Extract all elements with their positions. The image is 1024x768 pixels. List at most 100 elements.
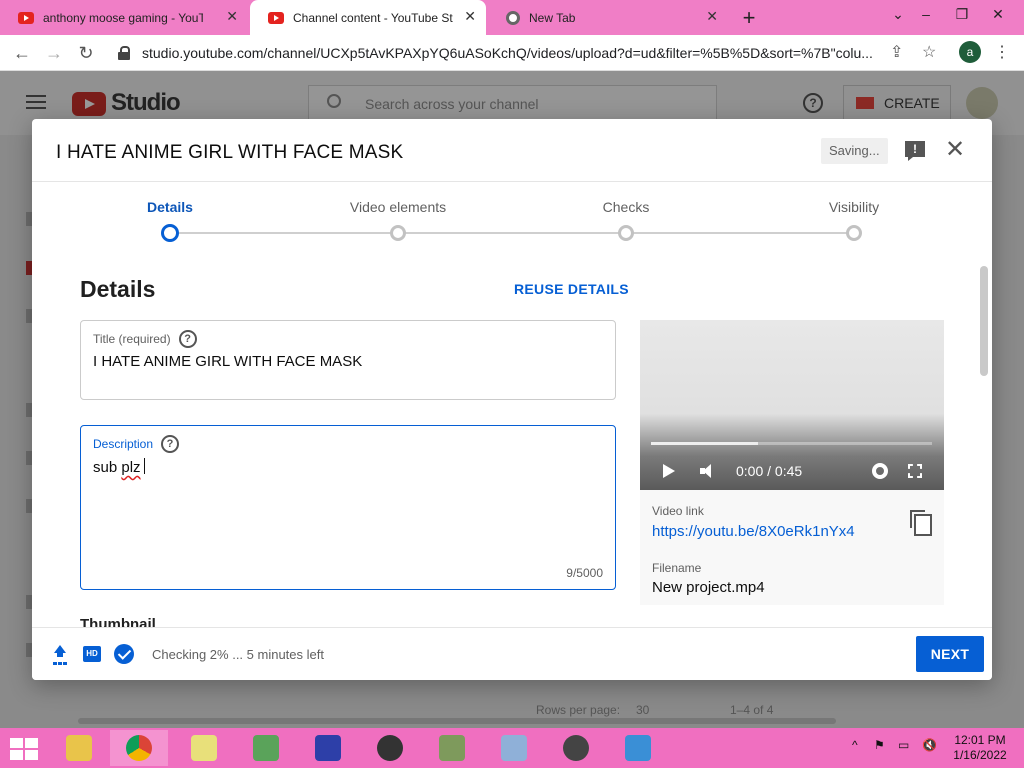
saving-badge: Saving... <box>821 138 888 164</box>
volume-muted-icon[interactable]: 🔇 <box>922 738 937 752</box>
title-field[interactable]: Title (required) ? I HATE ANIME GIRL WIT… <box>80 320 616 400</box>
tab-anthony-moose-gaming[interactable]: anthony moose gaming - YouTub ✕ <box>0 0 248 35</box>
taskbar-video-app[interactable] <box>609 730 667 766</box>
step-dot-video-elements[interactable] <box>390 225 406 241</box>
copy-icon[interactable] <box>910 510 932 536</box>
folder-icon <box>66 735 92 761</box>
video-app-icon <box>625 735 651 761</box>
close-dialog-button[interactable]: ✕ <box>945 138 965 162</box>
search-input[interactable]: Search across your channel <box>308 85 717 121</box>
section-title: Details <box>80 276 156 302</box>
search-placeholder: Search across your channel <box>365 96 539 112</box>
reload-icon[interactable]: ↻ <box>76 43 96 64</box>
back-arrow-icon[interactable]: ← <box>12 43 32 64</box>
volume-icon[interactable] <box>700 464 718 478</box>
taskbar-chrome[interactable] <box>110 730 168 766</box>
help-icon[interactable]: ? <box>803 93 823 113</box>
star-icon[interactable]: ☆ <box>922 42 936 62</box>
description-value: sub plz <box>93 458 145 476</box>
tab-channel-content[interactable]: Channel content - YouTube Studi ✕ <box>250 0 486 35</box>
upload-status-text: Checking 2% ... 5 minutes left <box>152 647 324 662</box>
taskbar-app-2000[interactable] <box>299 730 357 766</box>
taskbar-file-explorer[interactable] <box>50 730 108 766</box>
title-label-text: Title (required) <box>93 332 171 346</box>
notes-icon <box>191 735 217 761</box>
new-tab-button[interactable]: + <box>737 5 761 31</box>
hd-icon[interactable]: HD <box>83 646 101 662</box>
step-checks[interactable]: Checks <box>546 199 706 215</box>
taskbar-sticky-notes[interactable] <box>175 730 233 766</box>
browser-menu-icon[interactable]: ⋮ <box>994 42 1010 62</box>
video-progress-bar[interactable] <box>651 442 932 445</box>
forward-arrow-icon[interactable]: → <box>44 43 64 64</box>
tray-chevron-icon[interactable]: ^ <box>852 738 858 752</box>
windows-taskbar: ^ ⚑ ▭ 🔇 12:01 PM 1/16/2022 <box>0 728 1024 768</box>
reuse-details-button[interactable]: REUSE DETAILS <box>514 281 629 297</box>
description-char-counter: 9/5000 <box>566 566 603 580</box>
dialog-footer: HD Checking 2% ... 5 minutes left NEXT <box>32 627 992 680</box>
url-field[interactable]: studio.youtube.com/channel/UCXp5tAvKPAXp… <box>106 39 946 67</box>
next-button[interactable]: NEXT <box>916 636 984 672</box>
close-tab-icon[interactable]: ✕ <box>706 8 718 25</box>
close-tab-icon[interactable]: ✕ <box>226 8 238 25</box>
tab-new-tab[interactable]: New Tab ✕ <box>488 0 728 35</box>
camera-app-icon <box>563 735 589 761</box>
upload-icon[interactable] <box>52 645 68 663</box>
restore-button[interactable]: ❐ <box>952 6 972 23</box>
taskbar-clock[interactable]: 12:01 PM 1/16/2022 <box>950 733 1010 763</box>
dialog-scrollbar[interactable] <box>980 266 988 376</box>
profile-avatar[interactable]: a <box>959 41 981 63</box>
feedback-icon[interactable] <box>905 141 925 161</box>
step-dot-visibility[interactable] <box>846 225 862 241</box>
video-preview-card: 0:00 / 0:45 Video link https://youtu.be/… <box>640 320 944 605</box>
obs-icon <box>377 735 403 761</box>
taskbar-app-editor[interactable] <box>237 730 295 766</box>
video-link[interactable]: https://youtu.be/8X0eRk1nYx4 <box>652 523 855 540</box>
network-icon[interactable]: ⚑ <box>874 738 885 752</box>
windows-start-icon[interactable] <box>10 738 38 760</box>
close-tab-icon[interactable]: ✕ <box>464 8 476 25</box>
channel-avatar[interactable] <box>966 87 998 119</box>
tab-title: Channel content - YouTube Studi <box>293 10 453 25</box>
dialog-title: I HATE ANIME GIRL WITH FACE MASK <box>56 142 404 163</box>
stepper-line <box>170 232 854 234</box>
taskbar-monitor[interactable] <box>485 730 543 766</box>
tab-title: anthony moose gaming - YouTub <box>43 10 203 25</box>
video-player[interactable]: 0:00 / 0:45 <box>640 320 944 490</box>
tab-search-chevron-icon[interactable]: ⌄ <box>888 6 908 23</box>
chrome-icon <box>126 735 152 761</box>
help-icon[interactable]: ? <box>161 435 180 453</box>
description-word-misspelled: plz <box>121 459 141 476</box>
rows-per-page-select[interactable]: 30 <box>636 703 649 717</box>
youtube-icon <box>18 11 34 24</box>
step-dot-details[interactable] <box>161 224 179 242</box>
description-label-text: Description <box>93 437 154 451</box>
close-window-button[interactable]: ✕ <box>988 6 1008 23</box>
upload-stepper: Details Video elements Checks Visibility <box>32 183 992 253</box>
step-visibility[interactable]: Visibility <box>774 199 934 215</box>
share-icon[interactable]: ⇪ <box>890 42 903 62</box>
step-dot-checks[interactable] <box>618 225 634 241</box>
filename-value: New project.mp4 <box>652 579 765 596</box>
clock-date: 1/16/2022 <box>953 748 1007 762</box>
gear-icon[interactable] <box>872 463 888 479</box>
step-details[interactable]: Details <box>90 199 250 215</box>
text-caret <box>143 458 145 474</box>
power-icon[interactable]: ▭ <box>898 738 909 752</box>
youtube-logo-icon <box>72 92 106 116</box>
help-icon[interactable]: ? <box>178 330 197 348</box>
play-icon[interactable] <box>663 464 675 478</box>
create-button[interactable]: CREATE <box>843 85 951 121</box>
tab-title: New Tab <box>529 10 576 25</box>
menu-icon[interactable] <box>26 95 46 109</box>
checks-complete-icon[interactable] <box>114 644 134 664</box>
fullscreen-icon[interactable] <box>908 464 922 478</box>
taskbar-app-circle[interactable] <box>547 730 605 766</box>
horizontal-scrollbar[interactable] <box>78 718 836 724</box>
taskbar-game[interactable] <box>423 730 481 766</box>
description-field[interactable]: Description ? sub plz 9/5000 <box>80 425 616 590</box>
url-text: studio.youtube.com/channel/UCXp5tAvKPAXp… <box>142 45 873 61</box>
taskbar-obs[interactable] <box>361 730 419 766</box>
minimize-button[interactable]: – <box>916 6 936 22</box>
step-video-elements[interactable]: Video elements <box>318 199 478 215</box>
